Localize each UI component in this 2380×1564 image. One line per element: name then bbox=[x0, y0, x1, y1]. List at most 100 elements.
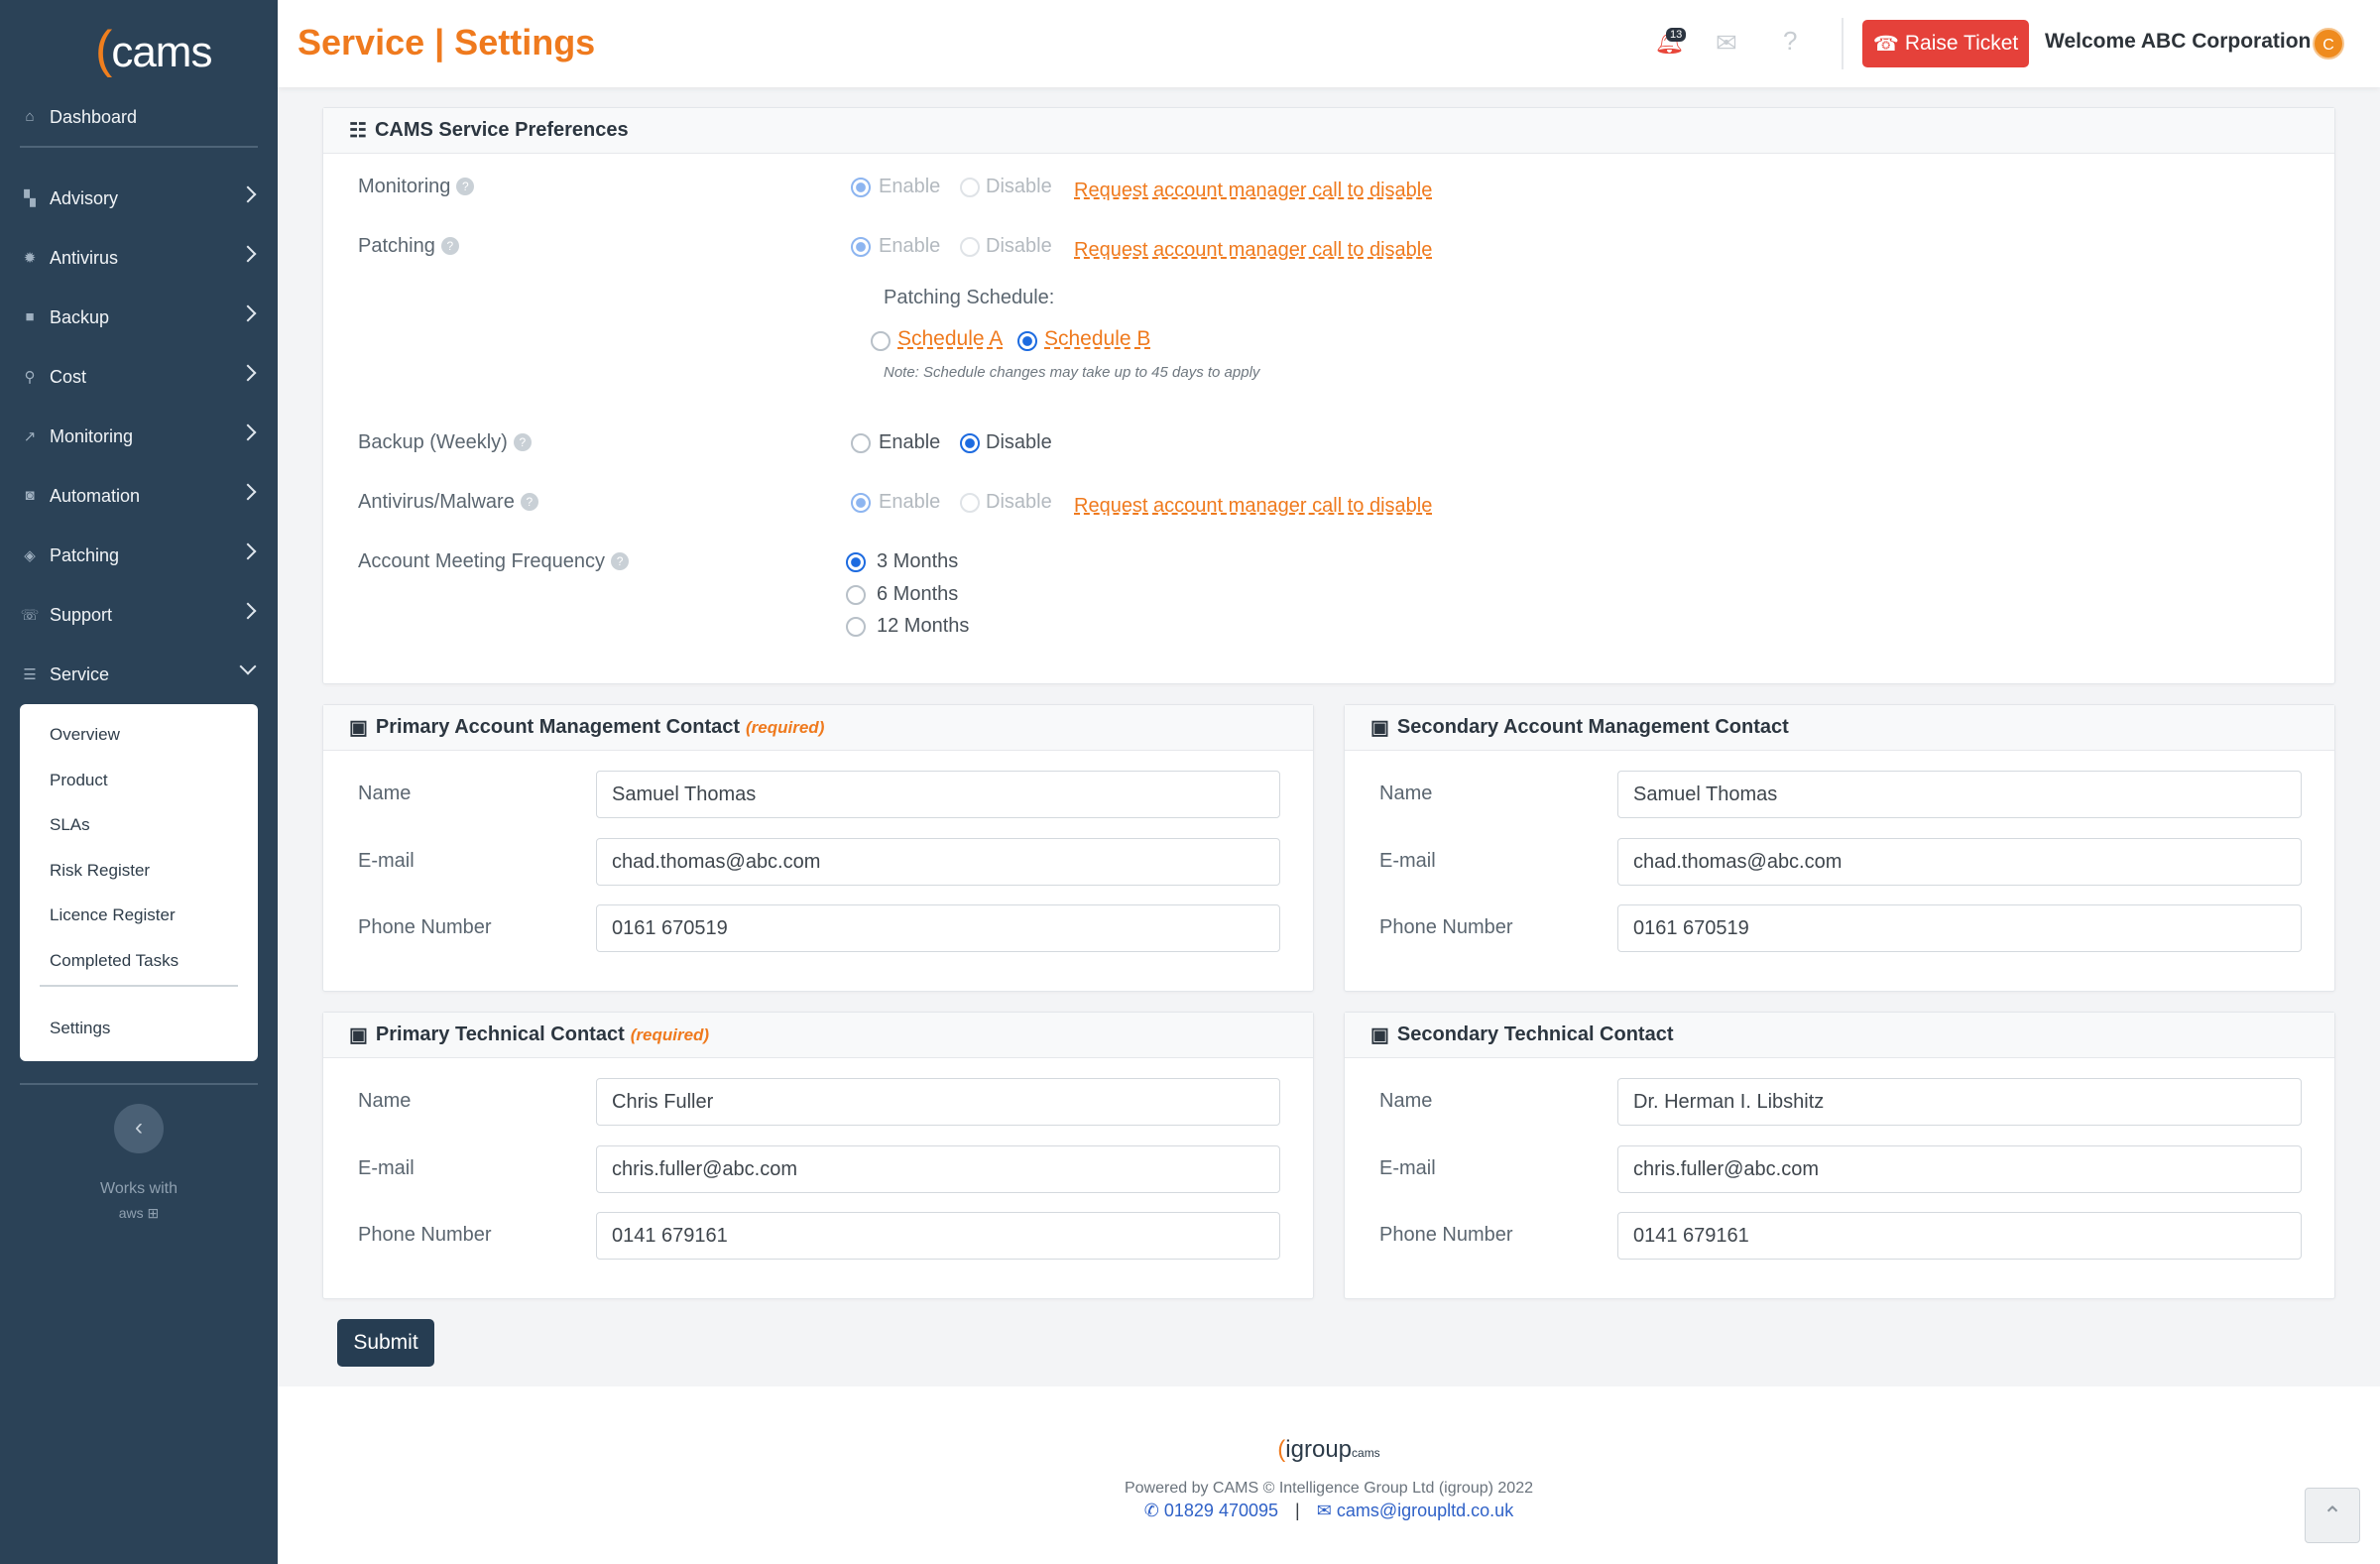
sidebar-item-label: Automation bbox=[50, 486, 140, 507]
sidebar-item-service[interactable]: ☰ Service bbox=[0, 645, 278, 704]
sliders-icon: ☷ bbox=[349, 118, 367, 143]
submenu-item-risk-register[interactable]: Risk Register bbox=[50, 861, 150, 881]
frequency-option-label[interactable]: 12 Months bbox=[877, 615, 969, 638]
secondary-account-name-input[interactable] bbox=[1617, 771, 2302, 818]
monitoring-enable-label: Enable bbox=[879, 176, 940, 198]
sidebar-item-label: Antivirus bbox=[50, 248, 118, 269]
chevron-right-icon bbox=[240, 543, 257, 560]
sidebar-item-automation[interactable]: ◙ Automation bbox=[0, 466, 278, 526]
envelope-icon[interactable]: ✉ bbox=[1716, 28, 1737, 59]
scroll-to-top-button[interactable]: ⌃ bbox=[2305, 1488, 2360, 1543]
help-icon[interactable]: ? bbox=[441, 237, 459, 255]
submenu-item-slas[interactable]: SLAs bbox=[50, 815, 90, 835]
raise-ticket-button[interactable]: ☎ Raise Ticket bbox=[1862, 20, 2029, 67]
frequency-option-label[interactable]: 3 Months bbox=[877, 550, 958, 573]
schedule-a-radio[interactable] bbox=[871, 331, 891, 351]
chevron-right-icon bbox=[240, 305, 257, 322]
id-card-icon: ▣ bbox=[349, 715, 368, 740]
service-submenu: Overview Product SLAs Risk Register Lice… bbox=[20, 704, 258, 1061]
primary-technical-email-input[interactable] bbox=[596, 1145, 1280, 1193]
monitoring-disable-label: Disable bbox=[986, 176, 1052, 198]
schedule-a-link[interactable]: Schedule A bbox=[897, 327, 1003, 351]
card-title: Primary Account Management Contact bbox=[376, 716, 740, 739]
antivirus-enable-radio bbox=[851, 493, 871, 513]
sidebar-item-cost[interactable]: ⚲ Cost bbox=[0, 347, 278, 407]
footer-contact: ✆ 01829 470095 | ✉ cams@igroupltd.co.uk bbox=[278, 1501, 2380, 1521]
avatar[interactable]: C bbox=[2313, 28, 2344, 60]
collapse-sidebar-button[interactable]: ‹ bbox=[114, 1104, 164, 1153]
help-icon[interactable]: ? bbox=[521, 493, 538, 511]
card-header: ▣ Primary Account Management Contact (re… bbox=[323, 705, 1313, 751]
secondary-technical-name-input[interactable] bbox=[1617, 1078, 2302, 1126]
footer-email-link[interactable]: cams@igroupltd.co.uk bbox=[1337, 1501, 1513, 1520]
backup-label-text: Backup (Weekly) bbox=[358, 431, 508, 453]
sidebar-item-monitoring[interactable]: ↗ Monitoring bbox=[0, 407, 278, 466]
secondary-technical-phone-input[interactable] bbox=[1617, 1212, 2302, 1260]
schedule-b-link[interactable]: Schedule B bbox=[1044, 327, 1150, 351]
name-label: Name bbox=[1379, 1090, 1432, 1113]
cams-logo[interactable]: (cams bbox=[95, 20, 211, 79]
name-label: Name bbox=[1379, 782, 1432, 805]
frequency-12-months-radio[interactable] bbox=[846, 617, 866, 637]
schedule-note: Note: Schedule changes may take up to 45… bbox=[884, 364, 1259, 381]
footer-phone-link[interactable]: 01829 470095 bbox=[1164, 1501, 1278, 1520]
submenu-divider bbox=[40, 985, 238, 987]
antivirus-disable-radio bbox=[960, 493, 980, 513]
question-icon[interactable]: ? bbox=[1783, 26, 1797, 57]
sidebar-item-advisory[interactable]: ▚ Advisory bbox=[0, 169, 278, 228]
schedule-b-radio[interactable] bbox=[1017, 331, 1037, 351]
primary-technical-name-input[interactable] bbox=[596, 1078, 1280, 1126]
secondary-technical-email-input[interactable] bbox=[1617, 1145, 2302, 1193]
sidebar-item-antivirus[interactable]: ✹ Antivirus bbox=[0, 228, 278, 288]
email-label: E-mail bbox=[358, 1157, 415, 1180]
frequency-3-months-radio[interactable] bbox=[846, 552, 866, 572]
patching-request-link[interactable]: Request account manager call to disable bbox=[1074, 239, 1432, 262]
sidebar-item-patching[interactable]: ◈ Patching bbox=[0, 526, 278, 585]
sidebar-item-support[interactable]: ☏ Support bbox=[0, 585, 278, 645]
help-icon[interactable]: ? bbox=[611, 552, 629, 570]
submenu-item-overview[interactable]: Overview bbox=[50, 725, 120, 745]
help-icon[interactable]: ? bbox=[456, 178, 474, 195]
sidebar-item-label: Service bbox=[50, 664, 109, 685]
frequency-6-months-radio[interactable] bbox=[846, 585, 866, 605]
submit-button[interactable]: Submit bbox=[337, 1319, 434, 1367]
email-label: E-mail bbox=[1379, 850, 1436, 873]
primary-account-phone-input[interactable] bbox=[596, 904, 1280, 952]
service-preferences-card: ☷ CAMS Service Preferences Monitoring? E… bbox=[322, 107, 2335, 684]
primary-account-name-input[interactable] bbox=[596, 771, 1280, 818]
backup-enable-label[interactable]: Enable bbox=[879, 431, 940, 454]
secondary-account-phone-input[interactable] bbox=[1617, 904, 2302, 952]
backup-icon: ■ bbox=[20, 308, 40, 326]
monitoring-request-link[interactable]: Request account manager call to disable bbox=[1074, 180, 1432, 202]
meeting-frequency-label-text: Account Meeting Frequency bbox=[358, 550, 605, 572]
submenu-item-licence-register[interactable]: Licence Register bbox=[50, 905, 176, 925]
frequency-option-label[interactable]: 6 Months bbox=[877, 583, 958, 606]
monitoring-disable-radio bbox=[960, 178, 980, 197]
id-card-icon: ▣ bbox=[1370, 715, 1389, 740]
igroup-logo-text: igroup bbox=[1285, 1436, 1352, 1463]
footer-separator: | bbox=[1295, 1501, 1300, 1520]
sidebar-item-dashboard[interactable]: ⌂ Dashboard bbox=[0, 87, 278, 147]
sidebar-item-backup[interactable]: ■ Backup bbox=[0, 288, 278, 347]
submenu-item-settings[interactable]: Settings bbox=[50, 1019, 110, 1038]
backup-disable-radio[interactable] bbox=[960, 433, 980, 453]
primary-account-email-input[interactable] bbox=[596, 838, 1280, 886]
secondary-account-contact-card: ▣ Secondary Account Management Contact N… bbox=[1344, 704, 2335, 992]
works-with-logos: aws ⊞ bbox=[0, 1205, 278, 1222]
phone-label: Phone Number bbox=[1379, 1224, 1513, 1247]
backup-disable-label[interactable]: Disable bbox=[986, 431, 1052, 454]
sidebar-item-label: Cost bbox=[50, 367, 86, 388]
submenu-item-completed-tasks[interactable]: Completed Tasks bbox=[50, 951, 178, 971]
phone-icon: ✆ bbox=[1144, 1501, 1159, 1520]
primary-technical-phone-input[interactable] bbox=[596, 1212, 1280, 1260]
secondary-account-email-input[interactable] bbox=[1617, 838, 2302, 886]
welcome-text: Welcome ABC Corporation bbox=[2045, 30, 2311, 54]
submenu-item-product[interactable]: Product bbox=[50, 771, 108, 790]
backup-enable-radio[interactable] bbox=[851, 433, 871, 453]
patching-disable-radio bbox=[960, 237, 980, 257]
antivirus-request-link[interactable]: Request account manager call to disable bbox=[1074, 495, 1432, 518]
footer: (igroupcams Powered by CAMS © Intelligen… bbox=[278, 1386, 2380, 1564]
phone-label: Phone Number bbox=[358, 916, 492, 939]
help-icon[interactable]: ? bbox=[514, 433, 532, 451]
patching-enable-radio bbox=[851, 237, 871, 257]
